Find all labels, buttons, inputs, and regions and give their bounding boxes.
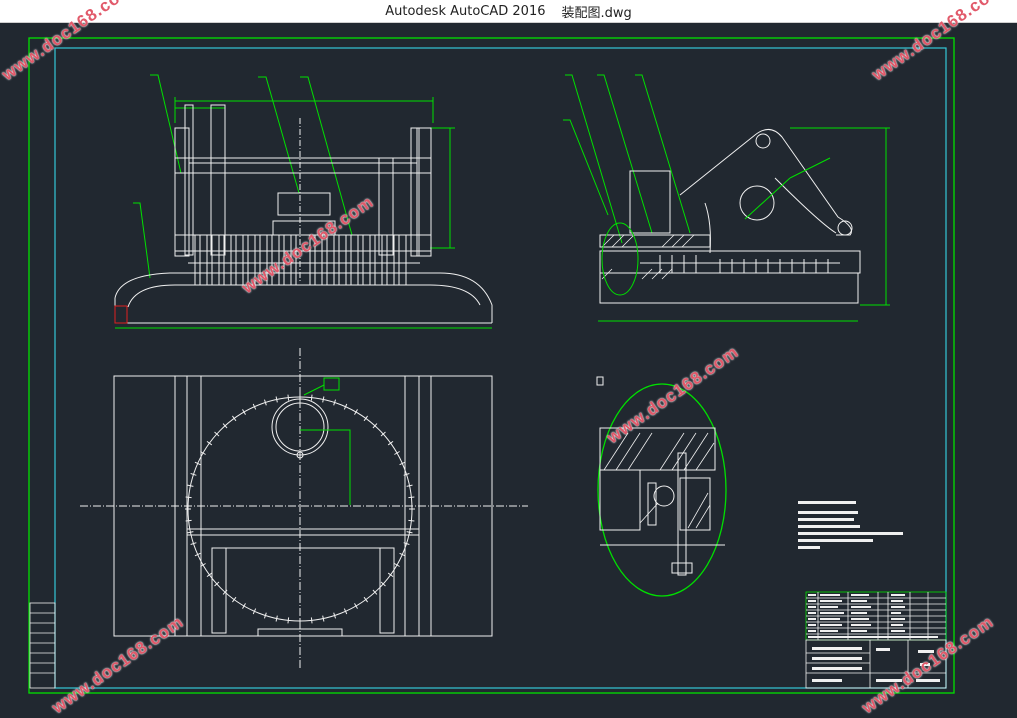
file-title: 装配图.dwg (561, 5, 632, 21)
circle-tick (185, 496, 192, 499)
circle-tick (363, 596, 368, 603)
circle-tick (275, 396, 278, 403)
circle-tick (275, 615, 278, 622)
circle-tick (242, 409, 246, 415)
circle-tick (354, 409, 358, 415)
circle-tick (363, 415, 368, 422)
side-view (563, 74, 890, 322)
circle-tick (406, 484, 413, 487)
circle-tick (322, 615, 325, 622)
circle-tick (187, 531, 194, 534)
circle-tick (287, 617, 290, 624)
circle-tick (206, 441, 213, 446)
circle-tick (287, 394, 290, 401)
detail-view (596, 376, 727, 597)
front-view (114, 74, 493, 329)
app-title: Autodesk AutoCAD 2016 (385, 3, 546, 19)
circle-tick (206, 572, 213, 577)
circle-tick (310, 394, 313, 401)
plan-view (80, 348, 528, 668)
circle-tick (408, 519, 415, 522)
circle-tick (354, 603, 358, 609)
circle-tick (406, 531, 413, 534)
circle-tick (185, 519, 192, 522)
circle-tick (394, 563, 400, 567)
revision-block (29, 602, 56, 689)
technical-notes (798, 501, 903, 549)
circle-tick (394, 451, 400, 455)
window-title-bar: Autodesk AutoCAD 2016 装配图.dwg (0, 0, 1017, 23)
drawing-canvas[interactable] (0, 23, 1017, 708)
circle-tick (408, 496, 415, 499)
title-block-text (808, 594, 940, 682)
circle-tick (187, 484, 194, 487)
circle-tick (322, 396, 325, 403)
cad-drawing (28, 37, 955, 694)
circle-tick (387, 572, 394, 577)
circle-tick (310, 617, 313, 624)
circle-tick (232, 596, 237, 603)
circle-tick (387, 441, 394, 446)
circle-tick (242, 603, 246, 609)
circle-tick (232, 415, 237, 422)
